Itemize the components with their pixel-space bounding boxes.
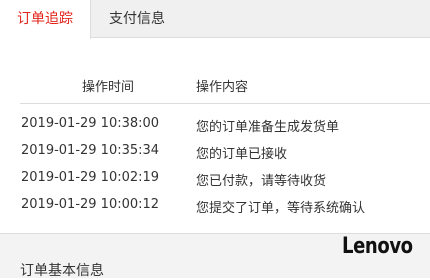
table-row: 2019-01-29 10:38:00 您的订单准备生成发货单 — [0, 116, 430, 136]
row-content: 您已付款，请等待收货 — [196, 174, 327, 189]
table-row: 2019-01-29 10:00:12 您提交了订单，等待系统确认 — [0, 197, 430, 217]
row-content: 您提交了订单，等待系统确认 — [196, 201, 366, 216]
lenovo-watermark: Lenovo — [342, 234, 413, 259]
table-row: 2019-01-29 10:35:34 您的订单已接收 — [0, 143, 430, 163]
tab-bar: 订单追踪 支付信息 — [0, 0, 430, 39]
row-time: 2019-01-29 10:35:34 — [21, 143, 160, 158]
row-content: 您的订单已接收 — [196, 147, 288, 162]
row-time: 2019-01-29 10:00:12 — [21, 197, 160, 212]
header-operation-time: 操作时间 — [82, 80, 135, 95]
row-time: 2019-01-29 10:02:19 — [21, 170, 160, 185]
row-content: 您的订单准备生成发货单 — [196, 120, 340, 135]
row-time: 2019-01-29 10:38:00 — [21, 116, 160, 131]
table-row: 2019-01-29 10:02:19 您已付款，请等待收货 — [0, 170, 430, 190]
header-divider — [20, 103, 430, 104]
tab-order-tracking[interactable]: 订单追踪 — [0, 0, 91, 39]
tracking-table-header: 操作时间 操作内容 — [0, 76, 430, 96]
tab-payment-info[interactable]: 支付信息 — [91, 0, 183, 38]
header-operation-content: 操作内容 — [196, 80, 249, 95]
section-title: 订单基本信息 — [20, 263, 104, 279]
